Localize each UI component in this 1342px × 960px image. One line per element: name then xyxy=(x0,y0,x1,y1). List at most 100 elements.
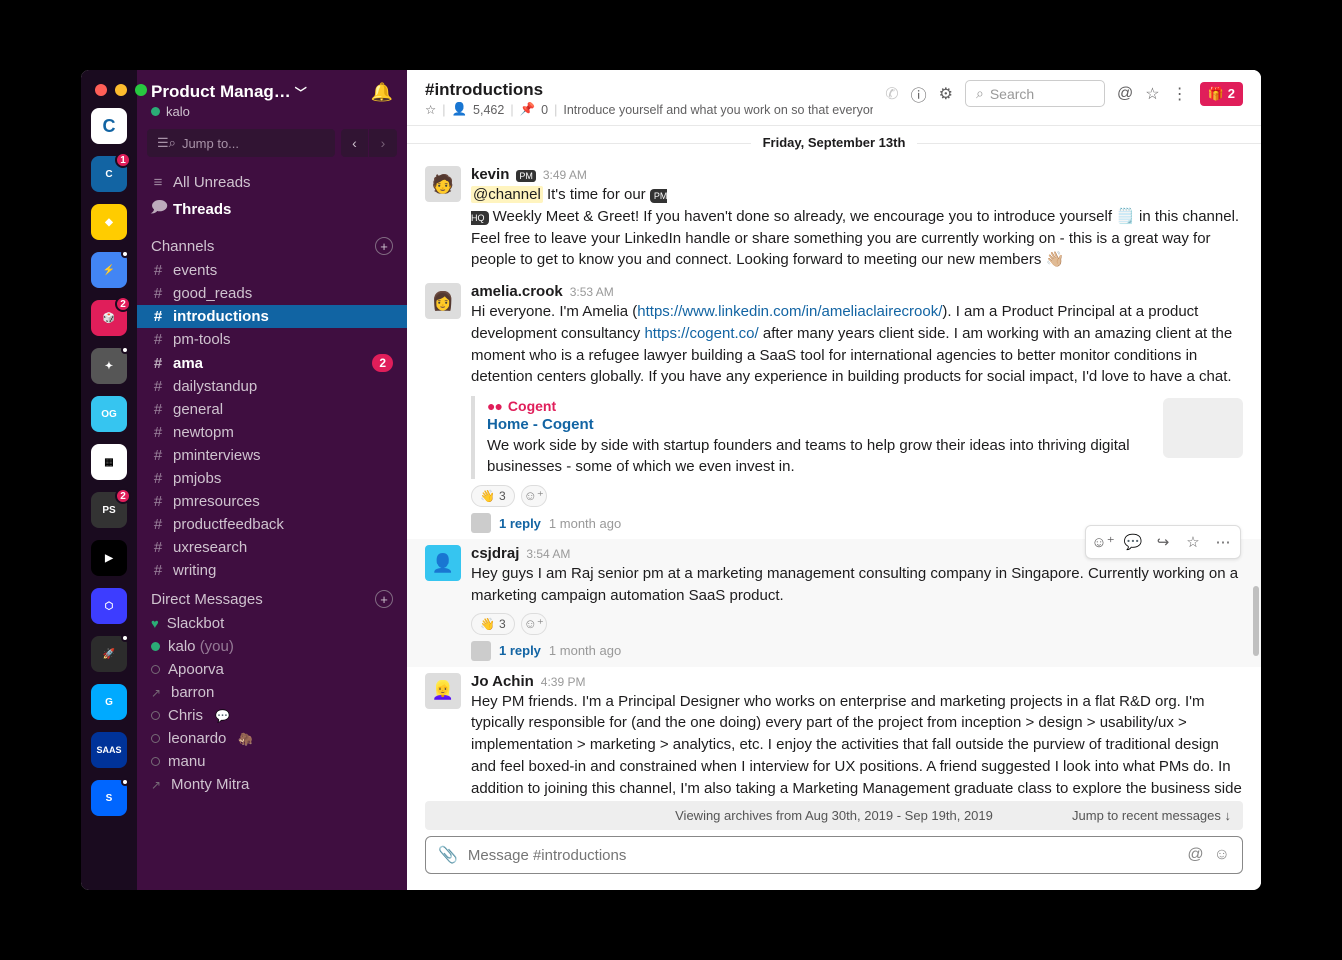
message-time: 3:53 AM xyxy=(570,285,614,299)
channel-item-newtopm[interactable]: #newtopm xyxy=(137,421,407,444)
channel-item-uxresearch[interactable]: #uxresearch xyxy=(137,536,407,559)
message-list[interactable]: Friday, September 13th 🧑 kevinPM3:49 AM … xyxy=(407,126,1261,797)
message-author[interactable]: csjdraj xyxy=(471,545,519,562)
add-reaction-button[interactable]: ☺⁺ xyxy=(521,613,547,635)
channel-item-productfeedback[interactable]: #productfeedback xyxy=(137,513,407,536)
dm-item[interactable]: leonardo🦣 xyxy=(137,727,407,750)
avatar[interactable]: 👤 xyxy=(425,545,461,581)
add-dm-button[interactable]: + xyxy=(375,590,393,608)
workspace-icon[interactable]: ▦ xyxy=(91,444,127,480)
workspace-icon[interactable]: ▶ xyxy=(91,540,127,576)
channel-item-introductions[interactable]: #introductions xyxy=(137,305,407,328)
channel-item-ama[interactable]: #ama2 xyxy=(137,351,407,375)
reaction-chip[interactable]: 👋3 xyxy=(471,485,515,507)
workspace-icon[interactable]: ◆ xyxy=(91,204,127,240)
search-input[interactable]: ⌕Search xyxy=(965,80,1105,107)
settings-gear-icon[interactable]: ⚙ xyxy=(939,84,953,104)
message-author[interactable]: amelia.crook xyxy=(471,283,563,300)
jump-to-recent-button[interactable]: Jump to recent messages ↓ xyxy=(1072,808,1231,823)
phone-icon[interactable]: ✆ xyxy=(885,84,898,104)
channel-mention[interactable]: @channel xyxy=(471,186,543,203)
mentions-at-icon[interactable]: @ xyxy=(1117,85,1133,103)
pin-count[interactable]: 0 xyxy=(541,103,548,117)
scrollbar-thumb[interactable] xyxy=(1253,586,1259,656)
more-vertical-icon[interactable]: ⋮ xyxy=(1172,84,1188,104)
message-author[interactable]: kevin xyxy=(471,166,509,183)
avatar[interactable]: 👩 xyxy=(425,283,461,319)
channel-topic[interactable]: Introduce yourself and what you work on … xyxy=(563,103,873,117)
channel-item-general[interactable]: #general xyxy=(137,398,407,421)
member-count[interactable]: 5,462 xyxy=(473,103,504,117)
workspace-icon[interactable]: SAAS xyxy=(91,732,127,768)
thread-summary[interactable]: 1 reply 1 month ago xyxy=(471,641,1243,661)
info-icon[interactable]: ⓘ xyxy=(911,82,927,106)
maximize-window-button[interactable] xyxy=(135,84,147,96)
link[interactable]: https://www.linkedin.com/in/ameliaclaire… xyxy=(637,303,942,320)
workspace-icon[interactable]: C xyxy=(91,108,127,144)
workspace-icon[interactable]: S xyxy=(91,780,127,816)
jump-to-input[interactable]: ☰⌕Jump to... xyxy=(147,129,335,157)
all-unreads-link[interactable]: ≡All Unreads xyxy=(137,171,407,194)
workspace-icon[interactable]: PS2 xyxy=(91,492,127,528)
current-user-presence: kalo xyxy=(151,104,307,119)
avatar[interactable]: 🧑 xyxy=(425,166,461,202)
workspace-icon[interactable]: 🎲2 xyxy=(91,300,127,336)
channel-item-pmresources[interactable]: #pmresources xyxy=(137,490,407,513)
channel-header: #introductions ☆| 👤5,462| 📌0| Introduce … xyxy=(407,70,1261,126)
message-author[interactable]: Jo Achin xyxy=(471,673,534,690)
composer-input[interactable] xyxy=(468,847,1177,864)
close-window-button[interactable] xyxy=(95,84,107,96)
channel-item-events[interactable]: #events xyxy=(137,259,407,282)
star-icon[interactable]: ☆ xyxy=(1145,84,1159,104)
dm-section-header[interactable]: Direct Messages + xyxy=(137,582,407,612)
reaction-chip[interactable]: 👋3 xyxy=(471,613,515,635)
hash-icon: # xyxy=(151,262,165,279)
channel-item-pmjobs[interactable]: #pmjobs xyxy=(137,467,407,490)
star-icon[interactable]: ☆ xyxy=(425,102,436,117)
workspace-icon[interactable]: OG xyxy=(91,396,127,432)
dm-item[interactable]: Chris💬 xyxy=(137,704,407,727)
channels-section-header[interactable]: Channels + xyxy=(137,229,407,259)
dm-item[interactable]: manu xyxy=(137,750,407,773)
dm-item[interactable]: ♥Slackbot xyxy=(137,612,407,635)
bookmark-star-button[interactable]: ☆ xyxy=(1178,528,1208,556)
channel-item-good_reads[interactable]: #good_reads xyxy=(137,282,407,305)
history-forward-button[interactable]: › xyxy=(369,129,397,157)
channel-item-pminterviews[interactable]: #pminterviews xyxy=(137,444,407,467)
workspace-name[interactable]: Product Manag…﹀ xyxy=(151,82,307,102)
message-composer[interactable]: 📎 @ ☺ xyxy=(425,836,1243,874)
dm-item[interactable]: ↗Monty Mitra xyxy=(137,773,407,796)
workspace-icon[interactable]: 🚀 xyxy=(91,636,127,672)
history-back-button[interactable]: ‹ xyxy=(341,129,369,157)
add-channel-button[interactable]: + xyxy=(375,237,393,255)
dm-item[interactable]: Apoorva xyxy=(137,658,407,681)
threads-link[interactable]: 🗩Threads xyxy=(137,194,407,225)
workspace-icon[interactable]: ⬡ xyxy=(91,588,127,624)
channel-item-pm-tools[interactable]: #pm-tools xyxy=(137,328,407,351)
attachment-paperclip-icon[interactable]: 📎 xyxy=(438,845,458,865)
dm-list: ♥Slackbotkalo (you)Apoorva↗barronChris💬l… xyxy=(137,612,407,796)
gift-button[interactable]: 🎁2 xyxy=(1200,82,1243,106)
dm-item[interactable]: kalo (you) xyxy=(137,635,407,658)
workspace-icon[interactable]: C1 xyxy=(91,156,127,192)
list-icon: ≡ xyxy=(151,174,165,191)
presence-dot-icon xyxy=(151,107,160,116)
mention-at-icon[interactable]: @ xyxy=(1187,846,1203,864)
more-actions-button[interactable]: ⋯ xyxy=(1208,528,1238,556)
emoji-picker-icon[interactable]: ☺ xyxy=(1214,846,1230,864)
share-button[interactable]: ↪ xyxy=(1148,528,1178,556)
avatar[interactable]: 👱‍♀️ xyxy=(425,673,461,709)
link[interactable]: https://cogent.co/ xyxy=(644,325,758,342)
workspace-icon[interactable]: ✦ xyxy=(91,348,127,384)
channel-item-dailystandup[interactable]: #dailystandup xyxy=(137,375,407,398)
dm-item[interactable]: ↗barron xyxy=(137,681,407,704)
minimize-window-button[interactable] xyxy=(115,84,127,96)
add-reaction-button[interactable]: ☺⁺ xyxy=(1088,528,1118,556)
workspace-icon[interactable]: ⚡ xyxy=(91,252,127,288)
add-reaction-button[interactable]: ☺⁺ xyxy=(521,485,547,507)
channel-item-writing[interactable]: #writing xyxy=(137,559,407,582)
preview-title[interactable]: Home - Cogent xyxy=(487,416,1149,433)
reply-thread-button[interactable]: 💬 xyxy=(1118,528,1148,556)
workspace-icon[interactable]: G xyxy=(91,684,127,720)
notifications-bell-icon[interactable]: 🔔 xyxy=(371,82,393,103)
